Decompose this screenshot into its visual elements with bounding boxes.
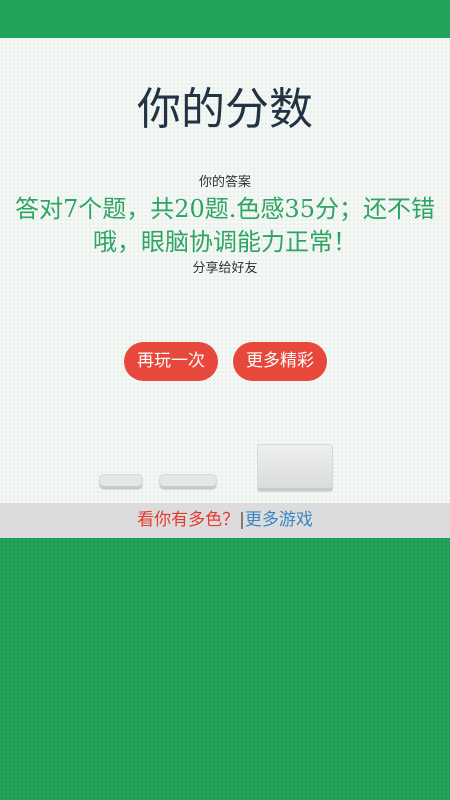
page-title: 你的分数: [137, 84, 313, 135]
promo-link[interactable]: 看你有多色？: [137, 510, 239, 530]
play-again-button[interactable]: 再玩一次: [124, 342, 218, 381]
decorative-block: [159, 474, 217, 490]
answer-label: 你的答案: [198, 175, 251, 190]
decorative-block: [99, 474, 143, 490]
result-text: 答对7个题，共20题.色感35分；还不错哦，眼脑协调能力正常！: [15, 195, 435, 256]
top-bar: [0, 0, 450, 38]
decorative-box: [257, 444, 333, 492]
share-to-friends-link[interactable]: 分享给好友: [0, 260, 450, 278]
footer-links: 看你有多色？|更多游戏: [0, 503, 450, 538]
more-highlights-button[interactable]: 更多精彩: [233, 342, 327, 381]
more-games-link[interactable]: 更多游戏: [245, 510, 313, 530]
